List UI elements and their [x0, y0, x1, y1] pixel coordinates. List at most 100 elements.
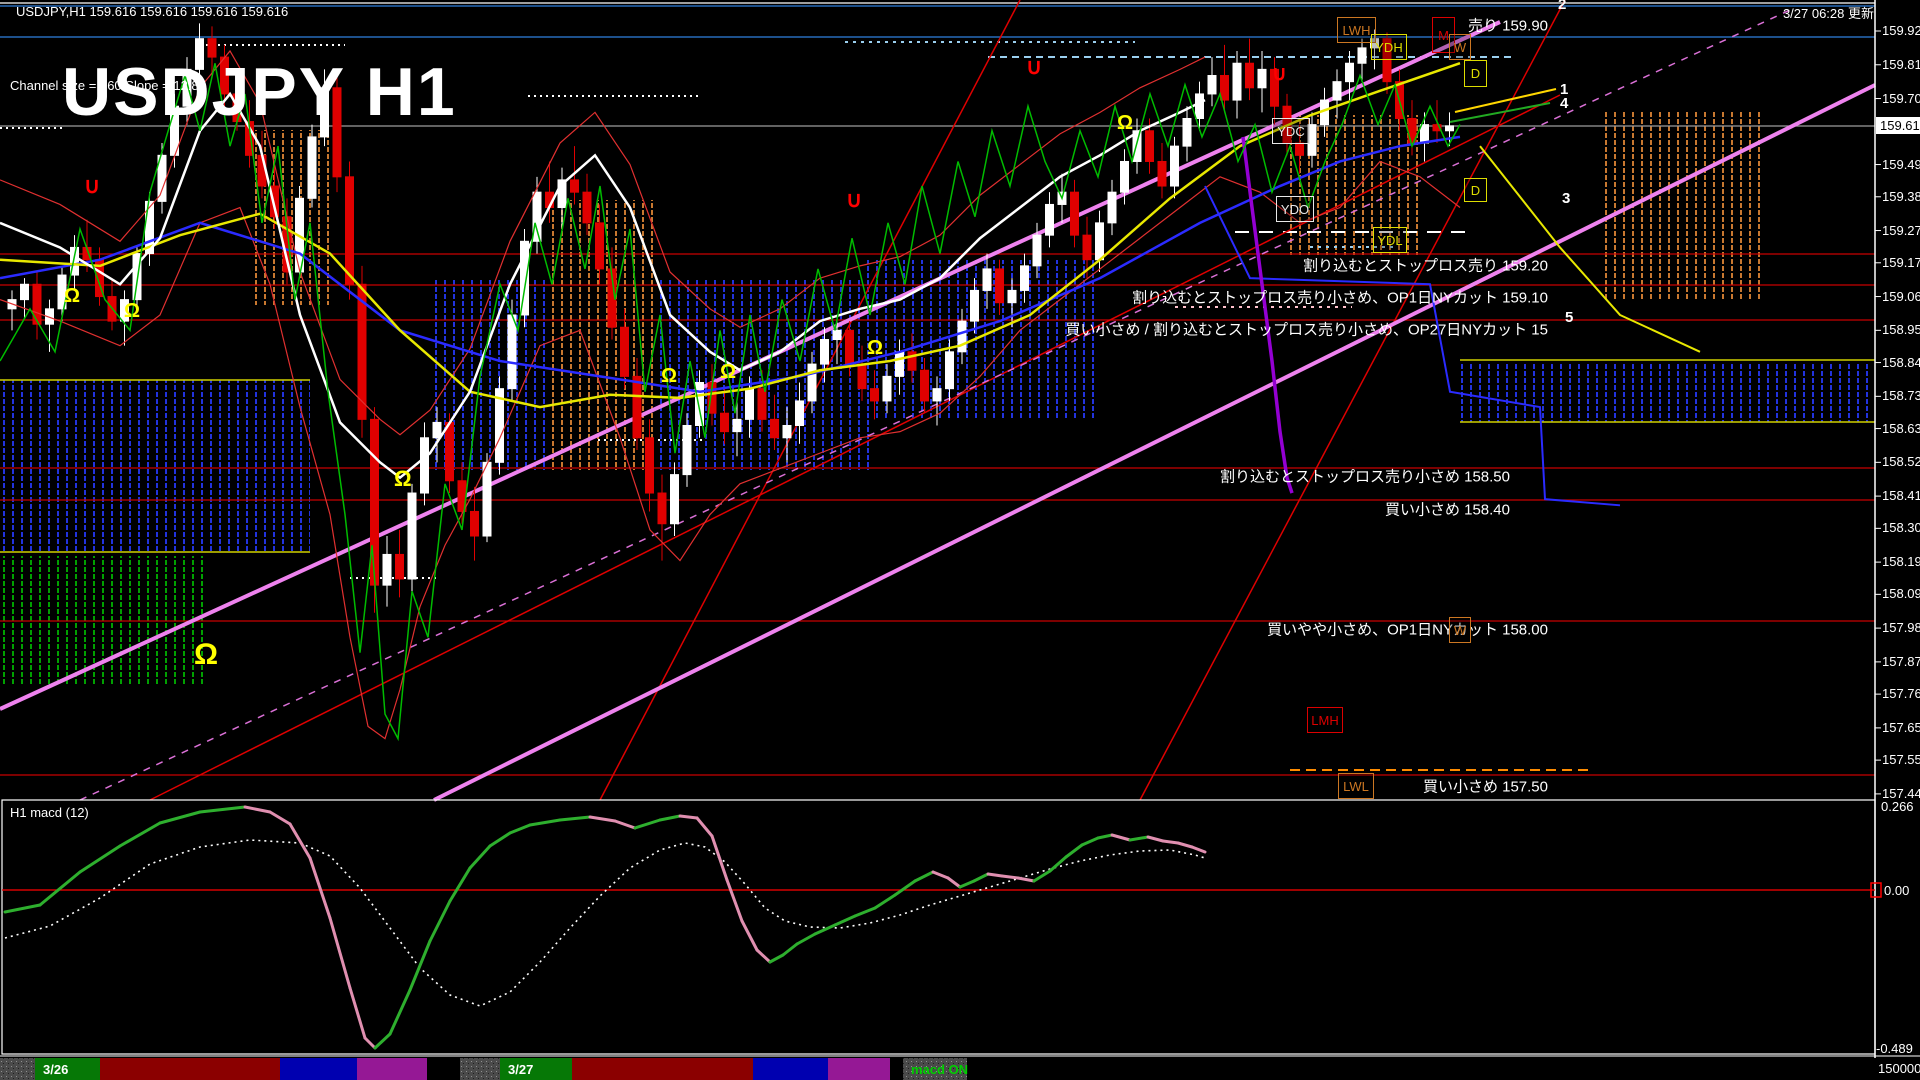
- symbol-ohlc-readout: USDJPY,H1 159.616 159.616 159.616 159.61…: [16, 4, 289, 19]
- price-annotation: 割り込むとストップロス売り小さめ、OP1日NYカット 159.10: [1132, 289, 1548, 307]
- candle-body: [1295, 142, 1304, 156]
- candle-body: [432, 421, 442, 439]
- macd-main-line-segment: [1190, 845, 1207, 854]
- sell-signal-symbol: ∪: [846, 187, 863, 212]
- candle-body: [682, 424, 692, 476]
- candle-body: [970, 289, 979, 322]
- candle-body: [345, 176, 354, 285]
- ichimoku-cloud: [1600, 110, 1765, 300]
- last-update-timestamp: 3/27 06:28 更新: [1782, 6, 1874, 21]
- macd-main-line-segment: [1096, 833, 1114, 840]
- macd-main-line-segment: [243, 805, 272, 814]
- macd-main-line-segment: [78, 844, 122, 874]
- macd-main-line-segment: [1110, 833, 1132, 842]
- macd-main-line-segment: [972, 872, 990, 883]
- macd-main-line-segment: [833, 914, 857, 927]
- timeline-segment: [357, 1058, 427, 1080]
- candle-body: [1107, 191, 1117, 224]
- candle-body: [20, 283, 29, 301]
- macd-main-line-segment: [1128, 835, 1150, 842]
- macd-main-line-segment: [1016, 876, 1036, 883]
- macd-main-line-segment: [1032, 869, 1052, 883]
- price-axis-label: 158.090: [1882, 586, 1920, 602]
- candle-body: [770, 418, 779, 439]
- price-axis-label: 159.815: [1882, 56, 1920, 72]
- macd-main-line-segment: [468, 844, 492, 870]
- ichimoku-cloud: [860, 260, 1100, 420]
- macd-main-line-segment: [1048, 855, 1068, 873]
- price-axis-label: 158.195: [1882, 554, 1920, 570]
- candle-body: [782, 424, 792, 439]
- macd-main-line-segment: [373, 1032, 392, 1050]
- candle-body: [920, 369, 929, 402]
- candle-body: [632, 375, 642, 439]
- macd-signal-line: [4, 839, 1206, 1007]
- candle-body: [720, 412, 729, 433]
- buy-signal-symbol: Ω: [867, 337, 884, 359]
- macd-toggle-button[interactable]: macd ON: [911, 1062, 968, 1077]
- price-chart-canvas[interactable]: [0, 0, 1920, 1080]
- candle-body: [645, 437, 654, 494]
- candle-body: [1170, 145, 1179, 187]
- macd-main-line-segment: [408, 939, 432, 992]
- macd-main-line-segment: [588, 815, 617, 823]
- price-axis-label: 158.305: [1882, 520, 1920, 536]
- candle-body: [1145, 130, 1154, 162]
- macd-main-line-segment: [813, 923, 837, 936]
- macd-main-line-segment: [488, 831, 512, 848]
- candle-body: [670, 474, 679, 525]
- macd-main-line-segment: [38, 870, 82, 907]
- candle-body: [845, 329, 854, 365]
- macd-main-line-segment: [695, 816, 714, 838]
- candle-body: [1220, 75, 1229, 101]
- price-axis-label: 158.630: [1882, 420, 1920, 436]
- candle-body: [570, 179, 579, 193]
- ichimoku-cloud: [0, 556, 205, 684]
- macd-main-line-segment: [893, 879, 917, 897]
- candle-body: [932, 388, 942, 402]
- candle-body: [732, 418, 742, 433]
- candle-body: [1095, 222, 1104, 261]
- macd-main-line-segment: [1176, 841, 1194, 849]
- candle-body: [32, 283, 42, 325]
- candle-body: [582, 191, 592, 224]
- macd-panel-border: [1, 799, 1876, 1055]
- macd-axis-zero-label: 0.00: [1884, 883, 1910, 898]
- candle-body: [1157, 160, 1167, 187]
- candle-body: [395, 553, 404, 580]
- price-axis-label: 158.950: [1882, 322, 1920, 338]
- volume-scale-label: 150000: [1878, 1061, 1920, 1076]
- indicator-label-box: YDL: [1373, 227, 1407, 253]
- macd-main-line-segment: [725, 878, 744, 923]
- macd-main-line-segment: [1064, 843, 1084, 859]
- candle-body: [982, 268, 992, 291]
- macd-main-line-segment: [931, 870, 950, 880]
- fanline-number: 2: [1558, 0, 1567, 13]
- price-axis-label: 159.705: [1882, 90, 1920, 106]
- price-annotation: 買い小さめ / 割り込むとストップロス売り小さめ、OP27日NYカット 15: [1065, 321, 1548, 339]
- timeline-segment: [0, 1058, 35, 1080]
- candle-body: [1357, 47, 1367, 64]
- price-annotation: 買いやや小さめ、OP1日NYカット 158.00: [1267, 621, 1548, 639]
- timeline-segment: [890, 1058, 903, 1080]
- timeline-segment: [100, 1058, 280, 1080]
- candle-body: [1232, 62, 1242, 101]
- indicator-label-box: YDH: [1371, 34, 1407, 60]
- overlay-yellow-fan-tip: [1454, 88, 1557, 113]
- price-axis-label: 158.845: [1882, 354, 1920, 370]
- candle-body: [745, 388, 754, 420]
- indicator-label-box: LWL: [1338, 773, 1374, 799]
- macd-main-line-segment: [740, 919, 759, 952]
- buy-signal-symbol: Ω: [124, 300, 141, 322]
- price-axis-label: 157.870: [1882, 653, 1920, 669]
- candle-body: [870, 388, 879, 402]
- indicator-label-box: LMH: [1307, 707, 1343, 733]
- candle-body: [370, 418, 379, 586]
- macd-main-line-segment: [288, 822, 312, 860]
- candle-body: [945, 351, 954, 390]
- candle-body: [1332, 81, 1342, 101]
- macd-main-line-segment: [363, 1036, 377, 1050]
- price-axis-label: 159.925: [1882, 23, 1920, 38]
- timeline-segment: [967, 1058, 1920, 1080]
- macd-main-line-segment: [118, 821, 162, 848]
